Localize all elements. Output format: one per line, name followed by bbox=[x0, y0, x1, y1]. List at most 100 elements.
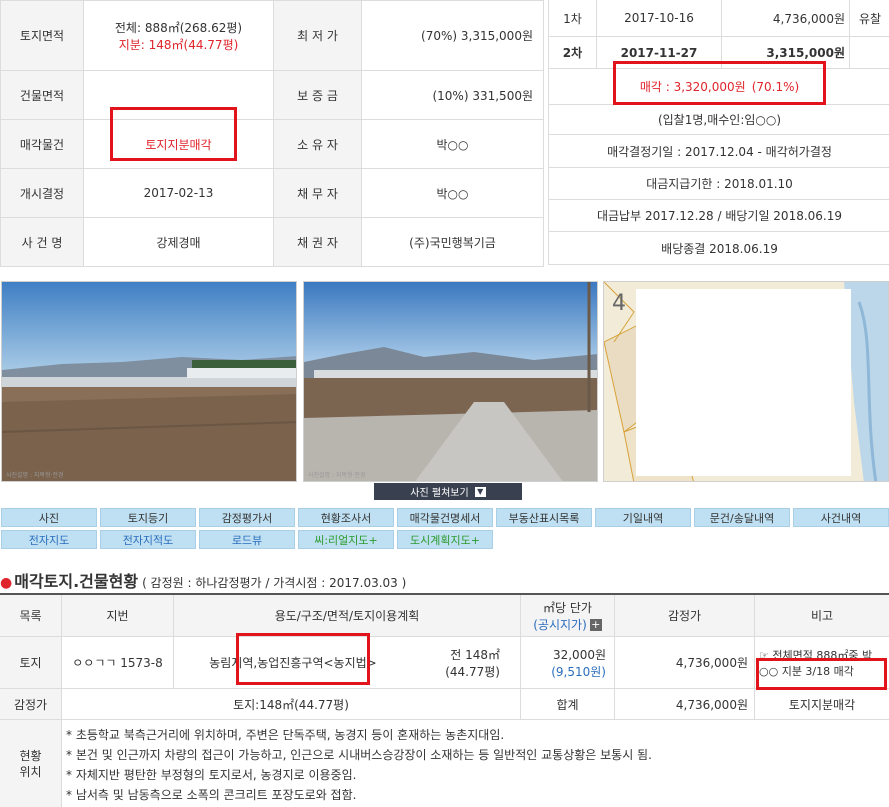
creditor-label: 채 권 자 bbox=[273, 217, 362, 267]
round-date: 2017-10-16 bbox=[597, 0, 722, 36]
tab-appraisal[interactable]: 감정평가서 bbox=[199, 508, 295, 527]
summary-total-value: 4,736,000원 bbox=[615, 689, 755, 719]
road-photo-image bbox=[304, 282, 597, 481]
location-label: 현황 위치 bbox=[0, 720, 62, 807]
round-status: 유찰 bbox=[858, 11, 882, 26]
status-table-header: 목록 지번 용도/구조/면적/토지이용계획 ㎡당 단가 (공시지가) + 감정가 … bbox=[0, 593, 889, 637]
row-area-sqm: 전 148㎡ bbox=[450, 647, 500, 662]
tab-photo[interactable]: 사진 bbox=[1, 508, 97, 527]
tab-real-map[interactable]: 씨:리얼지도+ bbox=[298, 530, 394, 549]
header-category: 목록 bbox=[0, 595, 62, 636]
debtor-label: 채 무 자 bbox=[273, 168, 362, 218]
tab-land-registry[interactable]: 토지등기 bbox=[100, 508, 196, 527]
payment-text: 대금납부 2017.12.28 / 배당기일 2018.06.19 bbox=[596, 209, 843, 223]
row-public-price: (9,510원) bbox=[551, 664, 606, 679]
photo-caption: 사진설명 : 지목형·전경 bbox=[6, 472, 64, 479]
location-label-1: 현황 bbox=[19, 748, 42, 763]
property-photo-1[interactable]: 사진설명 : 지목형·전경 bbox=[1, 281, 297, 482]
public-price-link[interactable]: (공시지가) bbox=[533, 618, 587, 632]
row-area: 전 148㎡ (44.77평) bbox=[412, 637, 521, 688]
field-photo-image bbox=[2, 282, 296, 481]
section-title: ● 매각토지.건물현황( 감정원 : 하나감정평가 / 가격시점 : 2017.0… bbox=[0, 568, 406, 592]
property-map[interactable]: 4 bbox=[603, 281, 889, 482]
tab-case-history[interactable]: 사건내역 bbox=[793, 508, 889, 527]
sale-item-highlight bbox=[110, 107, 237, 161]
round-price: 4,736,000원 bbox=[722, 0, 850, 36]
map-blank-panel bbox=[636, 289, 851, 476]
summary-total-label: 합계 bbox=[521, 689, 615, 719]
location-note: * 남서측 및 남동측으로 소폭의 콘크리트 포장도로와 접함. bbox=[66, 788, 357, 802]
owner-label: 소 유 자 bbox=[273, 119, 362, 169]
photo-expand-label: 사진 펼쳐보기 bbox=[410, 488, 469, 499]
map-number: 4 bbox=[612, 291, 626, 316]
row-lot: ㅇㅇㄱㄱ 1573-8 bbox=[62, 637, 174, 688]
land-area-total: 전체: 888㎡(268.62평) bbox=[114, 20, 243, 35]
creditor-value: (주)국민행복기금 bbox=[361, 217, 544, 267]
tab-road-view[interactable]: 로드뷰 bbox=[199, 530, 295, 549]
tab-documents[interactable]: 문건/송달내역 bbox=[694, 508, 790, 527]
debtor-value: 박○○ bbox=[361, 168, 544, 218]
header-appraisal: 감정가 bbox=[615, 595, 755, 636]
tab-sale-spec[interactable]: 매각물건명세서 bbox=[397, 508, 493, 527]
start-value: 2017-02-13 bbox=[83, 168, 274, 218]
row-category: 토지 bbox=[0, 637, 62, 688]
decision-text: 매각결정기일 : 2017.12.04 - 매각허가결정 bbox=[607, 144, 832, 159]
land-area-share: 지분: 148㎡(44.77평) bbox=[118, 37, 239, 52]
location-note: * 초등학교 북측근거리에 위치하며, 주변은 단독주택, 농경지 등이 혼재하… bbox=[66, 728, 505, 742]
min-price-value: (70%) 3,315,000원 bbox=[361, 0, 544, 71]
tab-city-plan[interactable]: 도시계획지도+ bbox=[397, 530, 493, 549]
section-subtitle: ( 감정원 : 하나감정평가 / 가격시점 : 2017.03.03 ) bbox=[142, 576, 407, 590]
summary-note: 토지지분매각 bbox=[788, 697, 856, 712]
round-label: 2차 bbox=[549, 37, 597, 68]
owner-value: 박○○ bbox=[361, 119, 544, 169]
header-note: 비고 bbox=[810, 609, 834, 623]
row-unit-price-value: 32,000원 bbox=[552, 647, 606, 662]
land-area-value: 전체: 888㎡(268.62평) 지분: 148㎡(44.77평) bbox=[83, 0, 274, 71]
row-appraisal: 4,736,000원 bbox=[615, 637, 755, 688]
case-value: 강제경매 bbox=[83, 217, 274, 267]
deposit-label: 보 증 금 bbox=[273, 70, 362, 120]
tab-e-map[interactable]: 전자지도 bbox=[1, 530, 97, 549]
header-lot: 지번 bbox=[62, 595, 174, 636]
property-photo-2[interactable]: 사진설명 : 지목형·전경 bbox=[303, 281, 598, 482]
header-unit-price: ㎡당 단가 (공시지가) + bbox=[521, 595, 615, 636]
photo-expand-button[interactable]: 사진 펼쳐보기 ▼ bbox=[374, 483, 522, 500]
row-unit-price: 32,000원 (9,510원) bbox=[521, 637, 615, 688]
plus-icon[interactable]: + bbox=[589, 619, 602, 631]
min-price-label: 최 저 가 bbox=[273, 0, 362, 71]
location-label-2: 위치 bbox=[19, 764, 42, 779]
deposit-value: (10%) 331,500원 bbox=[361, 70, 544, 120]
bidders-row: (입찰1명,매수인:임○○) bbox=[549, 105, 889, 135]
summary-row: 감정가 토지:148㎡(44.77평) 합계 4,736,000원 토지지분매각 bbox=[0, 689, 889, 720]
chevron-down-icon: ▼ bbox=[474, 486, 486, 497]
location-notes: * 초등학교 북측근거리에 위치하며, 주변은 단독주택, 농경지 등이 혼재하… bbox=[66, 725, 652, 805]
case-label: 사 건 명 bbox=[0, 217, 84, 267]
deadline-text: 대금지급기한 : 2018.01.10 bbox=[646, 177, 793, 191]
land-area-label: 토지면적 bbox=[0, 0, 84, 71]
tab-property-list[interactable]: 부동산표시목록 bbox=[496, 508, 592, 527]
case-info-table: 토지면적 전체: 888㎡(268.62평) 지분: 148㎡(44.77평) … bbox=[0, 0, 544, 267]
location-note: * 본건 및 인근까지 차량의 접근이 가능하고, 인근으로 시내버스승강장이 … bbox=[66, 748, 652, 762]
header-use: 용도/구조/면적/토지이용계획 bbox=[174, 595, 521, 636]
building-area-label: 건물면적 bbox=[0, 70, 84, 120]
payment-row: 대금납부 2017.12.28 / 배당기일 2018.06.19 bbox=[549, 200, 889, 232]
decision-row: 매각결정기일 : 2017.12.04 - 매각허가결정 bbox=[549, 135, 889, 168]
bidders-text: (입찰1명,매수인:임○○) bbox=[657, 113, 782, 127]
share-highlight bbox=[756, 658, 887, 690]
sold-price-highlight bbox=[613, 61, 826, 105]
bid-history-panel: 1차 2017-10-16 4,736,000원 유찰 2차 2017-11-2… bbox=[548, 0, 889, 265]
dividend-text: 배당종결 2018.06.19 bbox=[661, 241, 778, 256]
header-unit-price-label: ㎡당 단가 bbox=[543, 600, 592, 615]
deadline-row: 대금지급기한 : 2018.01.10 bbox=[549, 168, 889, 200]
start-label: 개시결정 bbox=[0, 168, 84, 218]
row-area-pyeong: (44.77평) bbox=[445, 664, 500, 679]
round-label: 1차 bbox=[549, 0, 597, 36]
location-note: * 자체지반 평탄한 부정형의 토지로서, 농경지로 이용중임. bbox=[66, 768, 357, 782]
bid-round-1: 1차 2017-10-16 4,736,000원 유찰 bbox=[549, 0, 889, 37]
tab-survey[interactable]: 현황조사서 bbox=[298, 508, 394, 527]
photo-caption: 사진설명 : 지목형·전경 bbox=[308, 472, 366, 479]
tab-date-history[interactable]: 기일내역 bbox=[595, 508, 691, 527]
tab-e-cadastral[interactable]: 전자지적도 bbox=[100, 530, 196, 549]
dividend-row: 배당종결 2018.06.19 bbox=[549, 232, 889, 265]
section-title-text: 매각토지.건물현황 bbox=[14, 572, 139, 591]
